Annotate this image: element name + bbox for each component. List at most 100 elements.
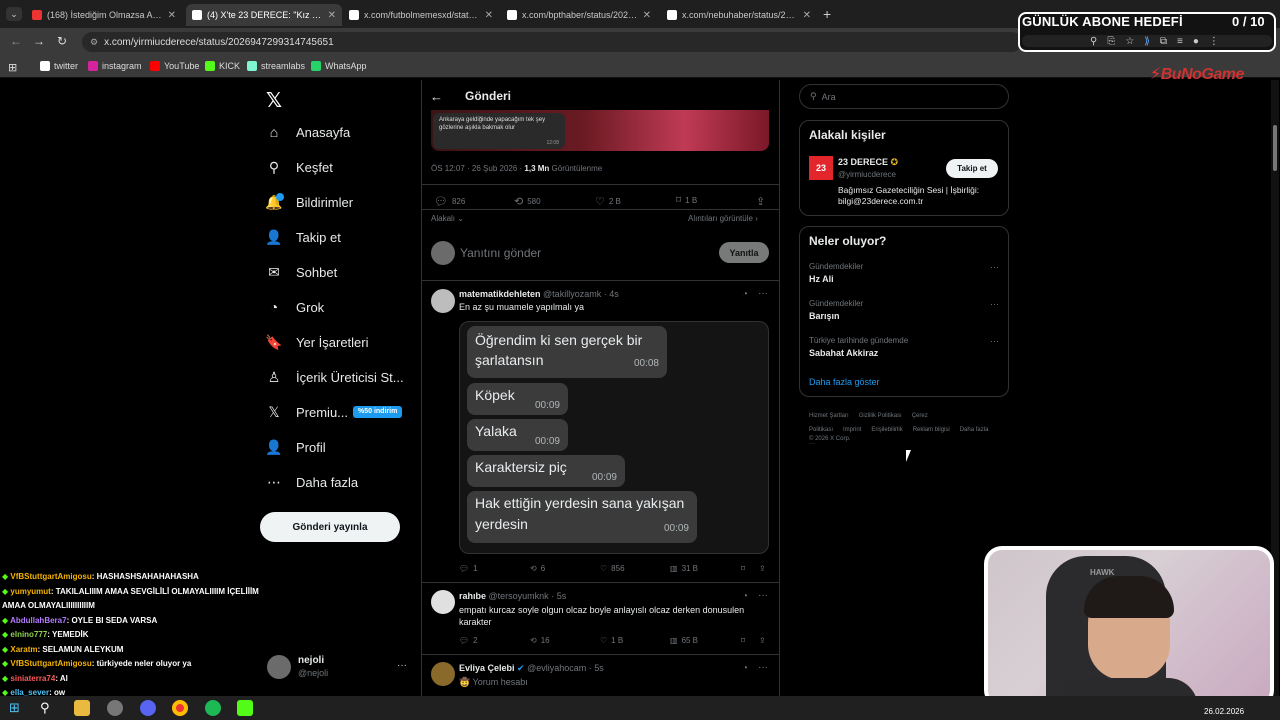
reload-icon[interactable]: ↻ [57,34,67,48]
reply-input[interactable]: Yanıtını gönder [460,246,541,260]
avatar[interactable] [267,655,291,679]
reply-stat[interactable]: 💬︎ 1 [459,564,478,573]
browser-tab[interactable]: (168) İstediğim Olmazsa Aldatı ✕ [26,4,182,26]
search-input[interactable]: ⚲ Ara [799,84,1009,109]
browser-tab[interactable]: x.com/nebuhaber/status/20266 ✕ [661,4,817,26]
share-icon[interactable]: ⇪ [756,195,765,208]
post-image[interactable]: Ankaraya geldiğinde yapacağım tek şey gö… [431,110,769,151]
install-icon[interactable]: ⎘ [1107,36,1115,47]
post-button[interactable]: Gönderi yayınla [260,512,400,542]
site-info-icon[interactable]: ⚙ [90,37,98,48]
chrome-icon[interactable] [172,700,188,716]
puzzle-icon[interactable]: ⧉ [1160,36,1167,47]
quotes-link[interactable]: Alıntıları görüntüle › [688,214,758,223]
nav-item[interactable]: ◔ Grok [266,299,324,315]
follow-button[interactable]: Takip et [946,159,998,178]
bookmark-icon[interactable]: ⌑ [741,564,745,573]
profile-avatar-icon[interactable]: ● [1193,36,1199,47]
browser-tab[interactable]: (4) X'te 23 DERECE: "Kız arkadaş✕ [186,4,342,26]
avatar[interactable] [431,289,455,313]
new-tab-button[interactable]: + [823,6,831,22]
avatar[interactable]: 23 [809,156,833,180]
grok-icon[interactable]: ◔ [742,591,748,602]
more-icon[interactable]: ··· [758,662,768,673]
footer-link[interactable]: Reklam bilgisi [913,427,950,433]
file-explorer-icon[interactable] [74,700,90,716]
browser-tab[interactable]: x.com/futbolmemesxd/status/2 ✕ [343,4,499,26]
bookmark-item[interactable]: instagram [88,61,142,71]
close-tab-icon[interactable]: ✕ [328,10,336,21]
close-tab-icon[interactable]: ✕ [803,10,811,21]
apps-icon[interactable]: ⊞ [8,61,17,74]
bookmark-item[interactable]: KICK [205,61,240,71]
views-stat[interactable]: ▥ 65 B [670,636,698,645]
more-icon[interactable]: ··· [990,299,999,309]
bookmark-item[interactable]: twitter [40,61,78,71]
star-icon[interactable]: ☆ [1125,36,1134,47]
reply-stat[interactable]: 💬︎ 2 [459,636,478,645]
nav-item[interactable]: 🔖 Yer İşaretleri [265,334,368,350]
nav-item[interactable]: 𝕏 Premiu... [266,404,348,420]
grok-icon[interactable]: ◔ [742,663,748,674]
media-icon[interactable]: ≡ [1177,36,1183,47]
share-icon[interactable]: ⇪ [759,564,766,573]
bookmark-stat[interactable]: ⌑ 1 B [676,195,697,206]
discord-icon[interactable] [140,700,156,716]
back-icon[interactable]: ← [10,34,22,48]
footer-link[interactable]: Gizlilik Politikası [859,413,902,419]
windows-start-icon[interactable]: ⊞ [9,700,25,716]
grok-icon[interactable]: ◔ [742,289,748,300]
nav-item[interactable]: 👤 Profil [265,439,325,455]
more-icon[interactable]: ··· [990,262,999,272]
share-icon[interactable]: ⇪ [759,636,766,645]
browser-tab[interactable]: x.com/bpthaber/status/202702 ✕ [501,4,657,26]
nav-item[interactable]: ♙ İçerik Üreticisi St... [266,369,404,385]
like-stat[interactable]: ♡ 1 B [600,636,623,645]
nav-item[interactable]: ⋯ Daha fazla [266,474,358,490]
footer-link[interactable]: Erişilebilirlik [871,427,902,433]
more-icon[interactable]: ··· [758,590,768,601]
more-icon[interactable]: ··· [758,288,768,299]
nav-item[interactable]: ⌂ Anasayfa [266,124,350,140]
spotify-icon[interactable] [205,700,221,716]
bookmark-icon[interactable]: ⌑ [741,636,745,645]
footer-link[interactable]: Hizmet Şartları [809,413,849,419]
avatar[interactable] [431,662,455,686]
close-tab-icon[interactable]: ✕ [168,10,176,21]
like-stat[interactable]: ♡ 856 [600,564,625,573]
sort-dropdown[interactable]: Alakalı ⌄ [431,214,464,223]
close-tab-icon[interactable]: ✕ [485,10,493,21]
trend-item[interactable]: Gündemdekiler Barışın ··· [809,299,999,321]
more-icon[interactable]: ··· [990,336,999,346]
reply-submit-button[interactable]: Yanıtla [719,242,769,263]
show-more-link[interactable]: Daha fazla göster [809,377,880,387]
x-logo-icon[interactable]: 𝕏 [266,88,282,113]
views-stat[interactable]: ▥ 31 B [670,564,698,573]
taskbar-search-icon[interactable]: ⚲ [40,700,56,716]
bookmark-item[interactable]: streamlabs [247,61,305,71]
repost-stat[interactable]: ⟲ 580 [514,195,541,208]
nav-item[interactable]: ⚲ Keşfet [266,159,333,175]
repost-stat[interactable]: ⟲ 16 [530,636,550,645]
forward-icon[interactable]: → [33,34,45,48]
trend-item[interactable]: Gündemdekiler Hz Ali ··· [809,262,999,284]
url-bar[interactable]: ⚙ x.com/yirmiucderece/status/20269472993… [82,32,1022,52]
zoom-icon[interactable]: ⚲ [1090,36,1097,47]
kick-icon[interactable] [237,700,253,716]
account-more-icon[interactable]: ··· [397,660,407,671]
close-tab-icon[interactable]: ✕ [643,10,651,21]
scrollbar-thumb[interactable] [1273,125,1277,171]
extension-icon[interactable]: ⟫ [1144,36,1150,47]
avatar[interactable] [431,590,455,614]
bookmark-item[interactable]: YouTube [150,61,199,71]
trend-item[interactable]: Türkiye tarihinde gündemde Sabahat Akkira… [809,336,999,358]
like-stat[interactable]: ♡ 2 B [595,195,621,208]
reply-stat[interactable]: 💬︎ 826 [434,195,465,208]
bookmark-item[interactable]: WhatsApp [311,61,367,71]
app-icon[interactable] [107,700,123,716]
nav-item[interactable]: 👤 Takip et [265,229,341,245]
back-arrow-icon[interactable]: ← [430,89,443,104]
tab-search-button[interactable]: ⌄ [6,7,22,21]
repost-stat[interactable]: ⟲ 6 [530,564,545,573]
menu-icon[interactable]: ⋮ [1209,36,1219,47]
